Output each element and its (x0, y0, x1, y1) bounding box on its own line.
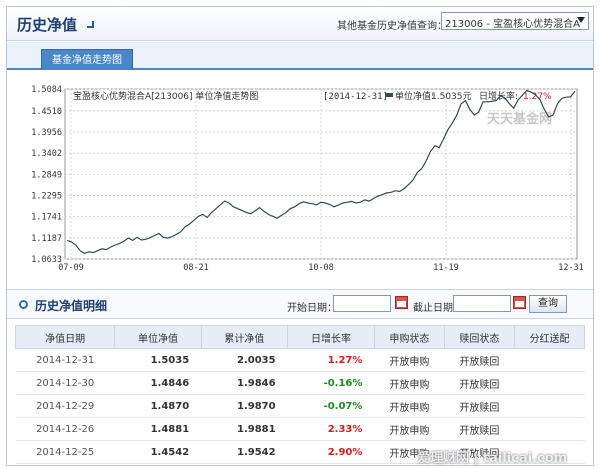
fund-select-value: 213006 - 宝盈核心优势混合A (445, 19, 580, 30)
col-header: 分红送配 (513, 325, 586, 349)
col-header: 累计净值 (200, 325, 289, 349)
sell-status-cell: 开放赎回 (444, 371, 515, 395)
dividend-cell (514, 371, 585, 395)
start-date-label: 开始日期： (287, 303, 337, 314)
x-tick-label: 12-31 (558, 263, 584, 273)
chart-title: 宝盈核心优势混合A[213006] 单位净值走势图 (73, 90, 258, 102)
table-row: 2014-12-31 1.5035 2.0035 1.27% 开放申购 开放赎回 (15, 348, 585, 372)
table-header-row: 净值日期 单位净值 累计净值 日增长率 申购状态 赎回状态 分红送配 (14, 325, 586, 349)
acc-nav-cell: 1.9132 (201, 463, 288, 469)
acc-nav-cell: 1.9870 (201, 394, 288, 418)
detail-header: 历史净值明细 开始日期： 截止日期： 查询 (7, 289, 593, 319)
buy-status-cell: 开放申购 (374, 394, 445, 418)
table-row: 2014-12-30 1.4846 1.9846 -0.16% 开放申购 开放赎回 (15, 371, 585, 395)
nav-date-cell: 2014-12-30 (15, 371, 115, 395)
unit-nav-cell: 1.4542 (114, 440, 202, 464)
chart-watermark: 天天基金网 (487, 111, 552, 127)
sell-status-cell: 开放赎回 (444, 348, 515, 372)
col-header: 申购状态 (373, 325, 445, 349)
buy-status-cell: 开放申购 (374, 348, 445, 372)
y-tick-label: 1.1741 (31, 213, 62, 223)
dividend-cell (514, 394, 585, 418)
table-row: 2014-12-26 1.4881 1.9881 2.33% 开放申购 开放赎回 (15, 417, 585, 441)
nav-date-cell: 2014-12-26 (15, 417, 115, 441)
col-header: 赎回状态 (443, 325, 515, 349)
daily-growth-cell: -0.16% (287, 371, 375, 395)
fund-select[interactable]: 213006 - 宝盈核心优势混合A (441, 12, 589, 30)
acc-nav-cell: 1.9542 (201, 440, 288, 464)
y-tick-label: 1.3402 (31, 149, 62, 159)
query-button[interactable]: 查询 (529, 295, 567, 313)
col-header: 净值日期 (14, 325, 116, 349)
nav-date-cell: 2014-12-31 (15, 348, 115, 372)
x-tick-label: 08-21 (183, 263, 209, 273)
title-arrow-icon (87, 21, 94, 28)
chart-info-nav-label: 单位净值: (395, 90, 434, 102)
daily-growth-cell: 2.90% (287, 440, 375, 464)
y-tick-label: 1.3956 (31, 128, 62, 138)
col-header: 日增长率 (287, 325, 375, 349)
y-tick-label: 1.4510 (31, 107, 62, 117)
dividend-cell (514, 348, 585, 372)
daily-growth-cell: 1.27% (287, 348, 375, 372)
chart-info-date: [2014-12-31] (323, 92, 388, 102)
calendar-icon[interactable] (395, 296, 408, 309)
page-title: 历史净值 (17, 16, 78, 34)
acc-nav-cell: 2.0035 (201, 348, 288, 372)
unit-nav-cell: 1.5035 (114, 348, 202, 372)
col-header: 单位净值 (114, 325, 202, 349)
tab-bar: 基金净值走势图 (7, 42, 593, 70)
x-tick-label: 07-09 (58, 263, 84, 273)
buy-status-cell: 开放申购 (374, 417, 445, 441)
unit-nav-cell: 1.4846 (114, 371, 202, 395)
acc-nav-cell: 1.9881 (201, 417, 288, 441)
section-bullet-icon (19, 300, 28, 309)
y-tick-label: 1.2295 (31, 192, 62, 202)
fund-history-panel: 历史净值 其他基金历史净值查询： 213006 - 宝盈核心优势混合A 基金净值… (6, 6, 594, 469)
nav-chart-svg: 1.5084 1.4510 1.3956 1.3402 1.2849 1.2295 1.17… (31, 85, 584, 273)
detail-title: 历史净值明细 (35, 299, 108, 313)
sell-status-cell: 开放赎回 (444, 417, 515, 441)
nav-date-cell: 2014-12-24 (15, 463, 115, 469)
daily-growth-cell: 2.33% (287, 417, 375, 441)
y-tick-label: 1.1187 (31, 234, 62, 244)
buy-status-cell: 开放申购 (374, 371, 445, 395)
start-date-input[interactable] (333, 295, 391, 312)
y-tick-label: 1.5084 (31, 85, 62, 95)
unit-nav-cell: 1.4881 (114, 417, 202, 441)
nav-chart: 1.5084 1.4510 1.3956 1.3402 1.2849 1.2295 1.17… (13, 73, 587, 273)
fund-query-label: 其他基金历史净值查询： (337, 21, 447, 32)
panel-header: 历史净值 其他基金历史净值查询： 213006 - 宝盈核心优势混合A (7, 7, 593, 41)
calendar-icon[interactable] (513, 296, 526, 309)
daily-growth-cell: -0.07% (287, 394, 375, 418)
site-watermark: 爱理财网 | tailicai.com (417, 451, 568, 466)
chart-info-growth-label: 日增长率: (479, 90, 518, 102)
dividend-cell (514, 417, 585, 441)
y-tick-label: 1.2849 (31, 170, 62, 180)
x-tick-label: 10-08 (308, 263, 334, 273)
end-date-input[interactable] (453, 295, 511, 312)
table-row: 2014-12-29 1.4870 1.9870 -0.07% 开放申购 开放赎回 (15, 394, 585, 418)
dropdown-arrow-icon[interactable] (577, 17, 585, 23)
nav-date-cell: 2014-12-25 (15, 440, 115, 464)
legend-swatch (385, 93, 393, 97)
tab-nav-chart[interactable]: 基金净值走势图 (41, 49, 133, 70)
acc-nav-cell: 1.9846 (201, 371, 288, 395)
unit-nav-cell: 1.4870 (114, 394, 202, 418)
nav-date-cell: 2014-12-29 (15, 394, 115, 418)
daily-growth-cell: -1.87% (287, 463, 375, 469)
sell-status-cell: 开放赎回 (444, 394, 515, 418)
x-tick-label: 11-19 (433, 263, 459, 273)
unit-nav-cell: 1.4132 (114, 463, 202, 469)
